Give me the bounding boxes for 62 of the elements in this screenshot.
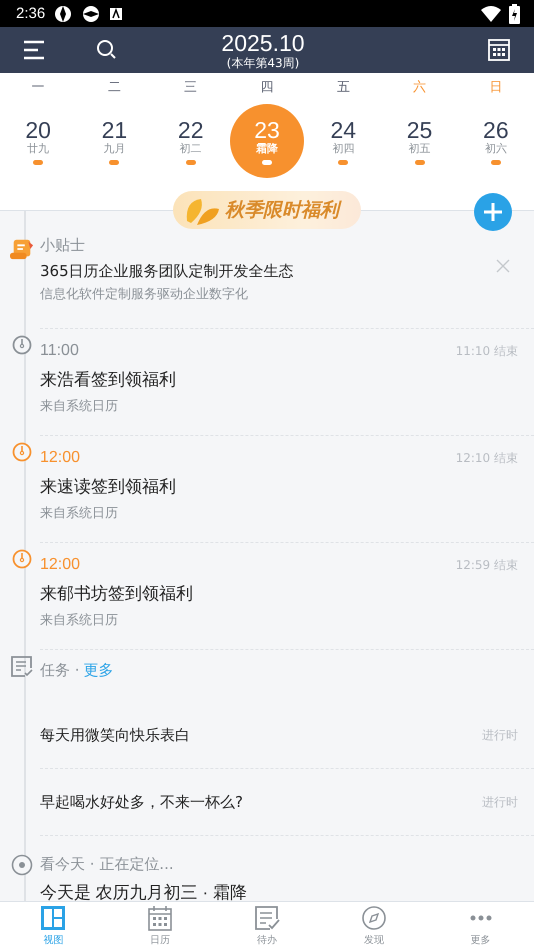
event-item[interactable]: 12:00 12:59 结束 来郁书坊签到领福利 来自系统日历 (40, 543, 534, 650)
wifi-icon (481, 6, 501, 22)
day-cell[interactable]: 22 初二 (154, 104, 228, 178)
event-start-time: 12:00 (40, 449, 80, 467)
weekday-label: 一 (30, 79, 46, 96)
compass-icon (360, 905, 387, 931)
close-icon (496, 259, 510, 273)
today-label: 看今天 · 正在定位... (40, 854, 174, 874)
event-end-time: 12:10 结束 (456, 450, 518, 466)
battery-icon (509, 4, 520, 24)
day-cell[interactable]: 25 初五 (382, 104, 457, 178)
day-cell[interactable]: 26 初六 (458, 104, 533, 178)
task-item[interactable]: 每天用微笑向快乐表白 进行时 (40, 702, 534, 769)
plus-icon (482, 201, 504, 223)
search-icon (96, 39, 118, 61)
task-item[interactable]: 早起喝水好处多，不来一杯么? 进行时 (40, 769, 534, 836)
status-time: 2:36 (16, 5, 46, 22)
event-title: 来浩看签到领福利 (40, 369, 177, 391)
weekday-label: 四 (259, 79, 274, 96)
day-cell[interactable]: 20 廿九 (1, 104, 76, 178)
more-icon (468, 915, 494, 921)
calendar-icon (147, 905, 174, 931)
event-item[interactable]: 12:00 12:10 结束 来速读签到领福利 来自系统日历 (40, 436, 534, 543)
task-title: 早起喝水好处多，不来一杯么? (40, 792, 243, 813)
weekday-label: 三 (183, 79, 198, 96)
calendar-icon (488, 39, 510, 61)
weekday-label: 六 (412, 79, 428, 96)
task-list-icon (11, 656, 33, 678)
weekday-label: 五 (336, 79, 351, 96)
task-status: 进行时 (482, 794, 518, 810)
add-button[interactable] (474, 193, 512, 231)
tip-text: 信息化软件定制服务驱动企业数字化 (40, 286, 249, 304)
event-start-time: 11:00 (40, 342, 79, 360)
month-title[interactable]: 2025.10 (221, 30, 305, 56)
today-text: 今天是 农历九月初三 · 霜降 (40, 882, 248, 901)
app-notification-icon (81, 4, 102, 24)
day-cell[interactable]: 24 初四 (306, 104, 380, 178)
location-icon (11, 854, 33, 876)
event-title: 来郁书坊签到领福利 (40, 583, 194, 605)
event-end-time: 11:10 结束 (456, 342, 518, 360)
weekday-label: 二 (106, 79, 122, 96)
event-source: 来自系统日历 (40, 612, 119, 630)
event-end-time: 12:59 结束 (456, 556, 518, 574)
event-start-time: 12:00 (40, 556, 80, 574)
weekday-label: 日 (488, 79, 504, 96)
grid-view-icon (40, 905, 66, 931)
app-notification-icon (53, 4, 74, 24)
event-source: 来自系统日历 (40, 505, 119, 523)
task-title: 每天用微笑向快乐表白 (40, 725, 190, 746)
day-cell[interactable]: 21 九月 (77, 104, 152, 178)
menu-icon (22, 40, 46, 60)
event-source: 来自系统日历 (40, 398, 119, 416)
tip-title: 365日历企业服务团队定制开发全生态 (40, 261, 295, 282)
event-title: 来速读签到领福利 (40, 476, 177, 498)
text-notification-icon (109, 6, 124, 20)
tasks-label: 任务 · (40, 660, 80, 680)
scroll-icon (10, 237, 34, 261)
task-status: 进行时 (482, 726, 518, 744)
event-item[interactable]: 11:00 11:10 结束 来浩看签到领福利 来自系统日历 (40, 329, 534, 436)
week-number: (本年第43周) (226, 56, 300, 70)
checklist-icon (254, 905, 280, 931)
tip-label: 小贴士 (40, 236, 85, 254)
